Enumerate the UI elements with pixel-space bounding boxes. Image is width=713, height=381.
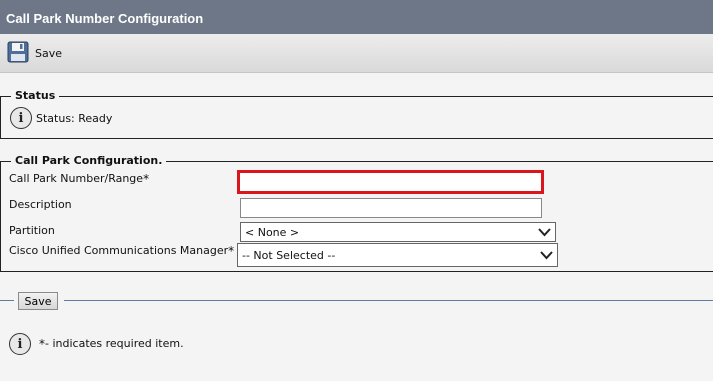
ucm-select[interactable]: -- Not Selected --: [237, 243, 558, 267]
required-mark: *: [143, 172, 150, 186]
description-label: Description: [9, 198, 72, 211]
required-mark: *: [228, 244, 235, 258]
config-legend: Call Park Configuration.: [11, 154, 167, 167]
divider-right: [64, 300, 713, 301]
toolbar-save-label: Save: [35, 46, 63, 60]
status-text: Status: Ready: [36, 111, 113, 125]
status-legend: Status: [11, 89, 60, 102]
chevron-down-icon: [538, 227, 551, 236]
description-input[interactable]: [240, 198, 542, 218]
status-section: Status i Status: Ready: [0, 89, 713, 139]
save-button[interactable]: Save: [18, 292, 58, 310]
toolbar-save-button[interactable]: Save: [7, 41, 62, 65]
chevron-down-icon: [540, 250, 553, 259]
status-row: i Status: Ready: [10, 107, 112, 129]
partition-selected-value: < None >: [245, 225, 300, 239]
required-note: i *- indicates required item.: [9, 333, 184, 355]
call-park-number-input[interactable]: [237, 170, 544, 194]
ucm-selected-value: -- Not Selected --: [242, 248, 336, 262]
partition-label: Partition: [9, 224, 55, 237]
required-note-text: *- indicates required item.: [39, 337, 184, 351]
toolbar: Save: [0, 34, 713, 73]
partition-select[interactable]: < None >: [240, 222, 556, 242]
page-title: Call Park Number Configuration: [0, 0, 713, 34]
number-range-label: Call Park Number/Range*: [9, 172, 150, 186]
divider-left: [0, 300, 14, 301]
info-icon: i: [10, 107, 32, 129]
floppy-disk-icon: [7, 41, 29, 66]
ucm-label: Cisco Unified Communications Manager*: [9, 244, 235, 258]
info-icon: i: [9, 333, 31, 355]
